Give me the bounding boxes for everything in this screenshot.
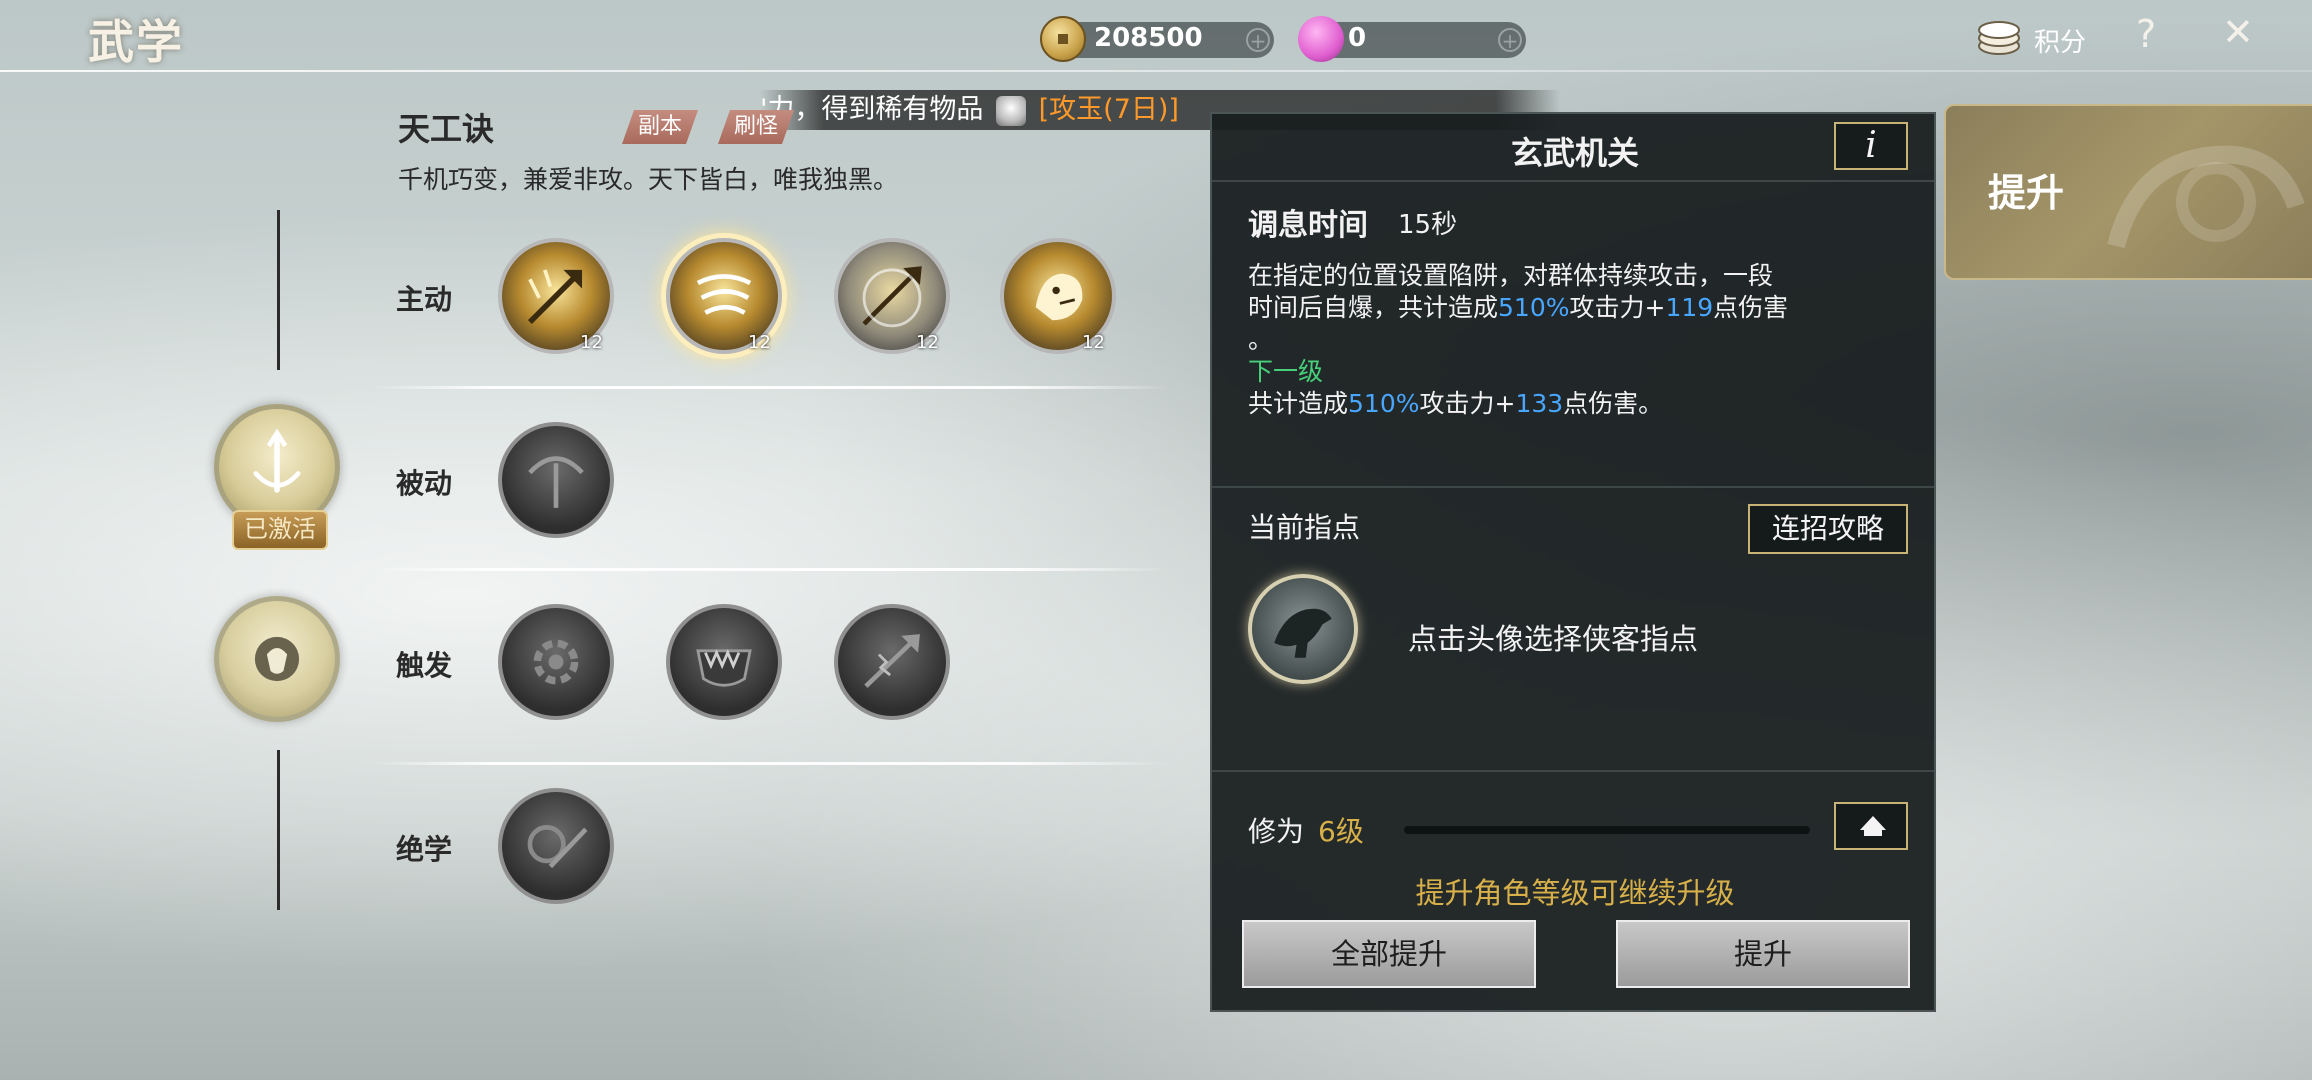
add-coins-button[interactable]: + [1246, 28, 1270, 52]
locked-medal[interactable] [214, 596, 340, 722]
points-icon [1978, 21, 2020, 55]
skill-active-2-level: 12 [748, 332, 771, 353]
next-level-label: 下一级 [1248, 357, 1324, 386]
level-hint: 提升角色等级可继续升级 [1415, 876, 1735, 910]
warrior-strike-icon [527, 825, 588, 869]
next-level-description: 共计造成510%攻击力+133点伤害。 [1248, 389, 1664, 418]
skill-book-description: 千机巧变，兼爱非攻。天下皆白，唯我独黑。 [398, 165, 899, 194]
cooldown-value: 15秒 [1398, 210, 1458, 240]
timeline-line-bottom [277, 750, 280, 910]
close-icon[interactable]: ✕ [2222, 10, 2254, 54]
combo-guide-button[interactable]: 连招攻略 [1748, 504, 1908, 554]
upgrade-all-button[interactable]: 全部提升 [1242, 920, 1536, 988]
page-title: 武学 [88, 15, 184, 69]
guide-title: 当前指点 [1248, 511, 1361, 544]
panel-divider-cultivation [1212, 770, 1934, 772]
skill-detail-panel: 玄武机关 i 调息时间 15秒 在指定的位置设置陷阱，对群体持续攻击，一段 时间… [1210, 112, 1936, 1012]
add-gems-button[interactable]: + [1498, 28, 1522, 52]
skill-trigger-1[interactable] [498, 604, 614, 720]
crossbow-bolt-icon [528, 456, 584, 508]
item-icon [996, 95, 1027, 126]
marquee-item-name: [攻玉(7日)] [1038, 94, 1179, 125]
help-icon[interactable]: ? [2136, 12, 2156, 56]
horse-silhouette-icon [1274, 608, 1332, 658]
cultivation-value: 6级 [1318, 815, 1364, 848]
cooldown-label: 调息时间 [1248, 208, 1368, 243]
row-label-ultimate: 绝学 [396, 833, 453, 866]
row-label-passive: 被动 [396, 467, 453, 500]
cloud-ornament-icon [2107, 145, 2305, 249]
points-button[interactable]: 积分 [1976, 16, 2106, 60]
panel-divider-title [1212, 180, 1934, 182]
cultivation-upgrade-icon[interactable] [1834, 802, 1908, 850]
skill-book-title: 天工诀 [398, 110, 495, 148]
lightning-arrow-icon [864, 634, 920, 688]
row-separator-2 [370, 568, 1170, 571]
coin-icon [1040, 16, 1086, 62]
skill-active-1-level: 12 [580, 332, 603, 353]
upgrade-button[interactable]: 提升 [1616, 920, 1910, 988]
cultivation-progress-bar [1404, 826, 1810, 834]
skill-passive-1[interactable] [498, 422, 614, 538]
guide-hint: 点击头像选择侠客指点 [1408, 622, 1699, 656]
crossbow-icon [253, 428, 301, 493]
row-label-active: 主动 [396, 283, 453, 316]
tag-dungeon: 副本 [622, 110, 698, 144]
cultivation-label: 修为 [1248, 815, 1305, 848]
guide-avatar[interactable] [1248, 574, 1358, 684]
header-divider [0, 70, 2312, 72]
points-label: 积分 [2034, 28, 2087, 58]
skill-description-line-2: 时间后自爆，共计造成510%攻击力+119点伤害 [1248, 293, 1789, 322]
skill-ultimate-1[interactable] [498, 788, 614, 904]
skill-active-4-level: 12 [1082, 332, 1105, 353]
fangs-icon [696, 649, 752, 687]
gem-amount: 0 [1348, 23, 1367, 53]
gear-icon [533, 639, 579, 685]
tag-grinding: 刷怪 [718, 110, 794, 144]
skill-trigger-3[interactable] [834, 604, 950, 720]
row-separator-3 [370, 762, 1170, 765]
skill-trigger-2[interactable] [666, 604, 782, 720]
upgrade-tab[interactable]: 提升 [1944, 104, 2312, 280]
row-label-trigger: 触发 [396, 649, 453, 682]
marquee-text: '力，得到稀有物品 [760, 94, 984, 125]
upgrade-tab-label: 提升 [1988, 171, 2065, 215]
skill-description-line-1: 在指定的位置设置陷阱，对群体持续攻击，一段 [1248, 261, 1774, 290]
panel-divider-guide [1212, 486, 1934, 488]
row-separator-1 [370, 386, 1170, 389]
skill-name: 玄武机关 [1510, 134, 1639, 172]
info-icon[interactable]: i [1834, 122, 1908, 170]
skill-description: 在指定的位置设置陷阱，对群体持续攻击，一段 时间后自爆，共计造成510%攻击力+… [1248, 260, 1908, 420]
activated-badge: 已激活 [232, 510, 328, 550]
skill-active-3-level: 12 [916, 332, 939, 353]
gem-icon [1298, 16, 1344, 62]
beast-emblem-icon [254, 636, 300, 682]
skill-description-line-3: 。 [1248, 325, 1274, 354]
coin-amount: 208500 [1094, 23, 1203, 53]
timeline-line-top [277, 210, 280, 370]
